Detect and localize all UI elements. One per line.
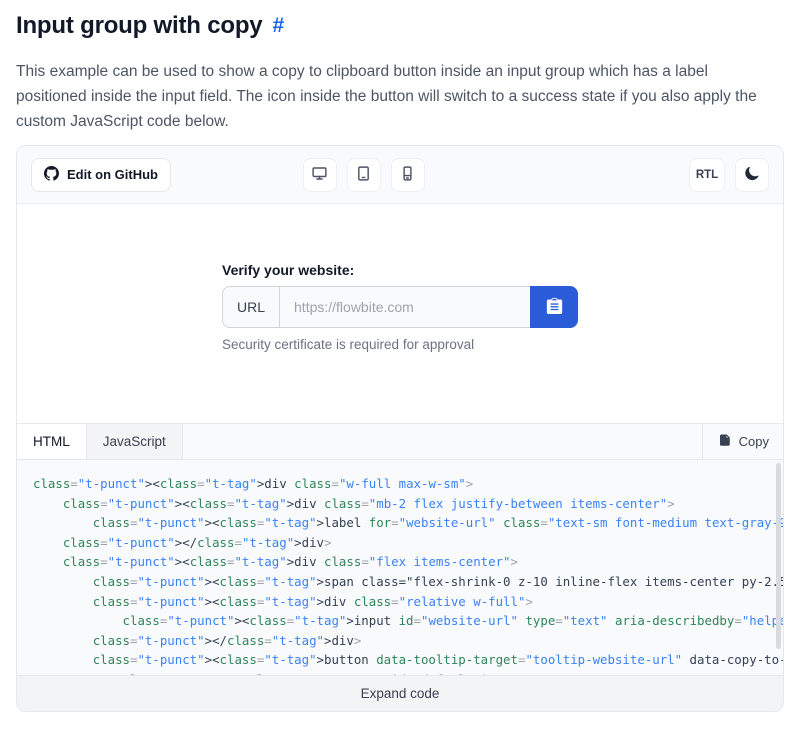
- desktop-preview-button[interactable]: [302, 157, 337, 192]
- website-url-field-wrap: [279, 285, 530, 328]
- tab-javascript[interactable]: JavaScript: [86, 424, 183, 459]
- dark-mode-toggle-button[interactable]: [734, 157, 769, 192]
- code-block-wrapper: class="t-punct"><class="t-tag">div class…: [17, 460, 783, 675]
- example-preview-area: Verify your website: URL Securit: [17, 204, 783, 424]
- page-heading: Input group with copy #: [0, 0, 800, 41]
- edit-on-github-label: Edit on GitHub: [67, 167, 158, 182]
- copy-code-label: Copy: [738, 434, 769, 449]
- expand-code-button[interactable]: Expand code: [17, 675, 783, 711]
- input-group-demo: Verify your website: URL Securit: [222, 262, 578, 366]
- tablet-preview-button[interactable]: [346, 157, 381, 192]
- copy-to-clipboard-button[interactable]: [530, 285, 578, 328]
- website-url-input[interactable]: [279, 285, 530, 328]
- helper-text: Security certificate is required for app…: [222, 336, 475, 352]
- copy-icon: [717, 433, 732, 451]
- clipboard-icon: [546, 297, 563, 317]
- example-toolbar: Edit on GitHub RTL: [17, 146, 783, 204]
- tabbar-spacer: [182, 424, 703, 459]
- example-page: Input group with copy # This example can…: [0, 0, 800, 745]
- rtl-toggle-button[interactable]: RTL: [688, 157, 725, 192]
- github-icon: [44, 165, 59, 184]
- page-title: Input group with copy: [16, 12, 263, 39]
- example-card: Edit on GitHub RTL Verify your website: …: [16, 145, 784, 712]
- copy-code-button[interactable]: Copy: [702, 424, 783, 459]
- desktop-icon: [311, 165, 328, 185]
- moon-icon: [744, 165, 760, 184]
- mobile-icon: [399, 165, 416, 185]
- input-group: URL: [222, 285, 578, 328]
- page-description: This example can be used to show a copy …: [16, 63, 757, 130]
- code-block[interactable]: class="t-punct"><class="t-tag">div class…: [17, 460, 783, 675]
- anchor-link-icon[interactable]: #: [272, 11, 284, 41]
- toolbar-right-group: RTL: [688, 157, 769, 192]
- tablet-icon: [355, 165, 372, 185]
- edit-on-github-button[interactable]: Edit on GitHub: [31, 157, 171, 192]
- tab-html[interactable]: HTML: [17, 424, 87, 459]
- mobile-preview-button[interactable]: [390, 157, 425, 192]
- code-tabbar: HTML JavaScript Copy: [17, 424, 783, 460]
- url-addon: URL: [222, 285, 280, 328]
- device-preview-group: [302, 157, 425, 192]
- website-url-label: Verify your website:: [222, 261, 355, 278]
- code-scrollbar[interactable]: [776, 463, 781, 649]
